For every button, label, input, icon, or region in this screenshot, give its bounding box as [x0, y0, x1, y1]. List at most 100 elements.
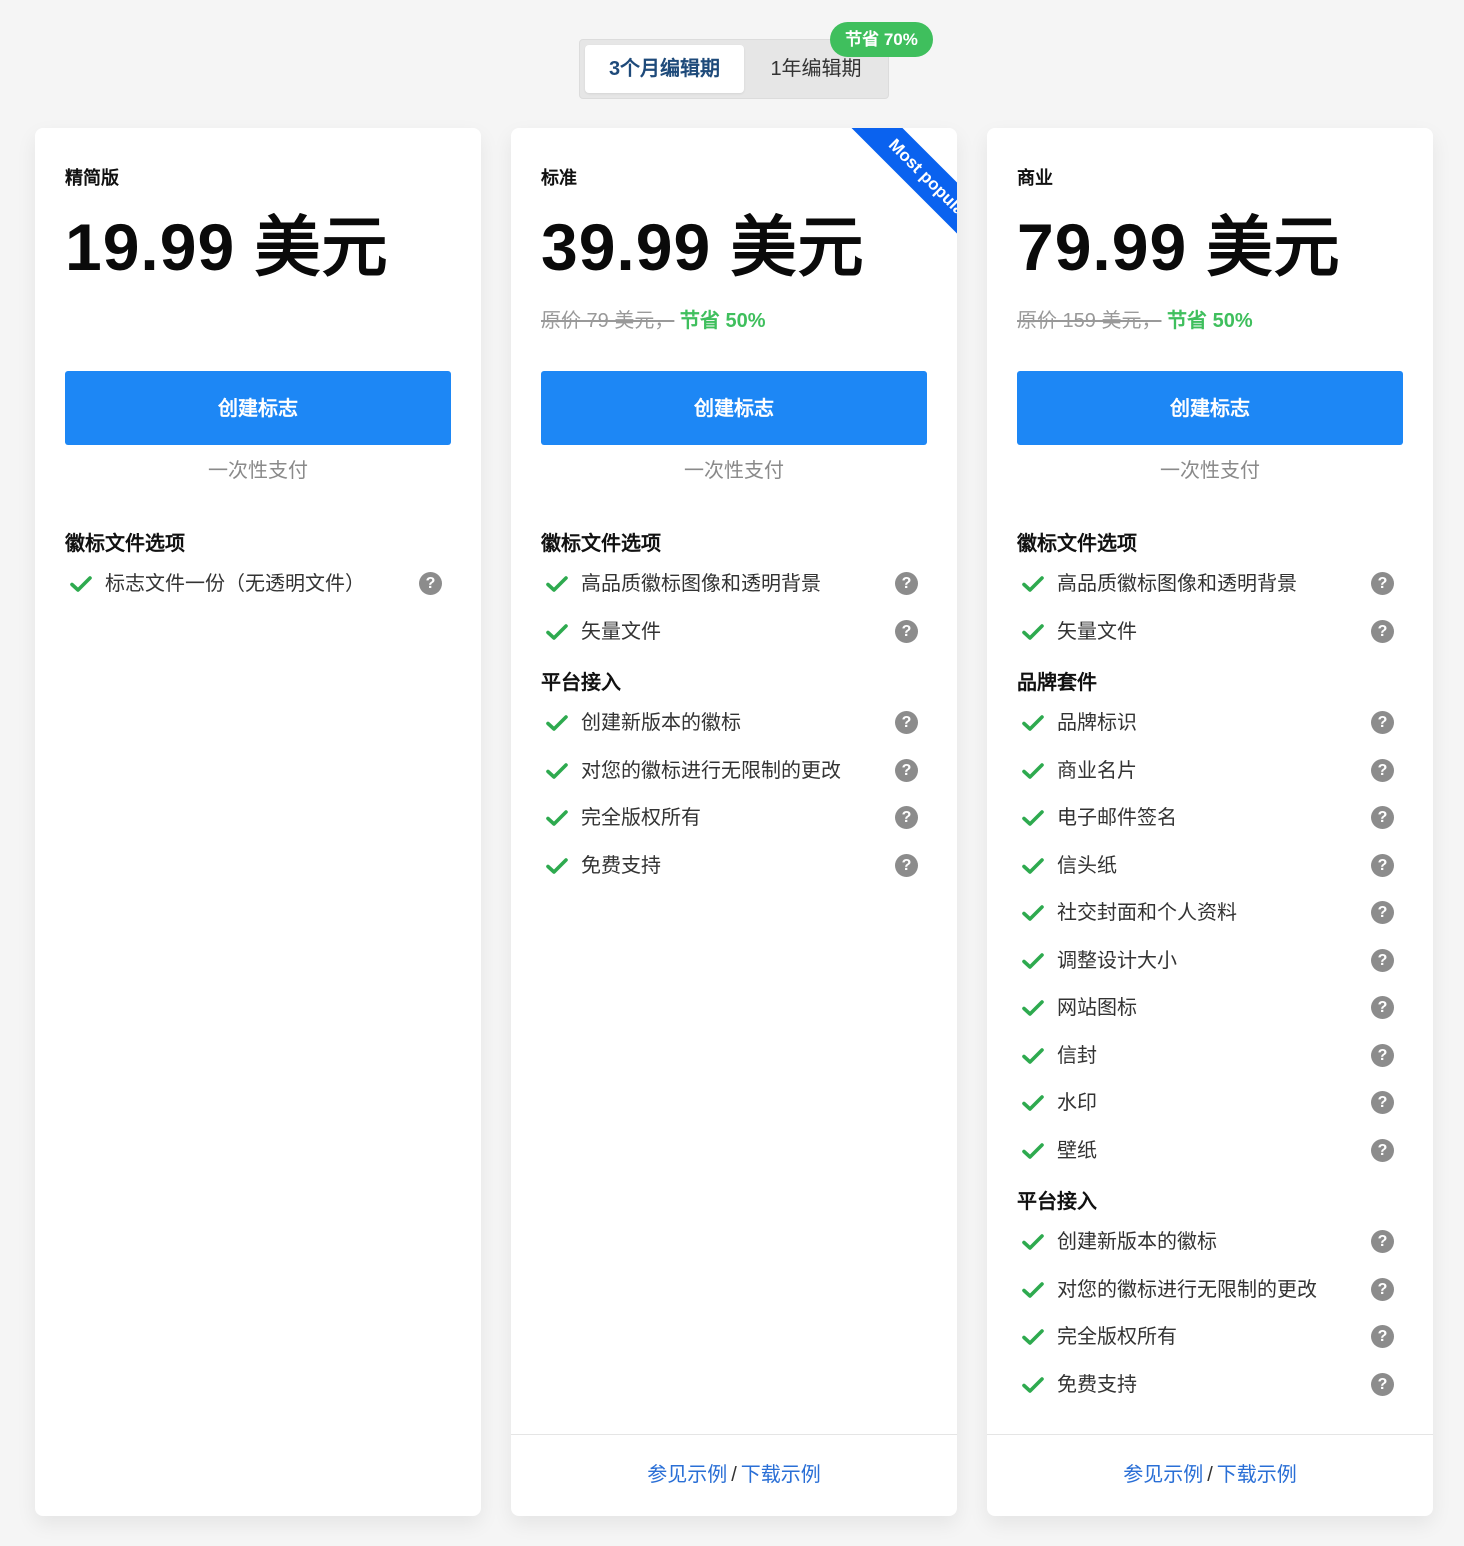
- original-price: 原价 159 美元，: [1017, 310, 1162, 332]
- plan-name: 商业: [1017, 168, 1053, 188]
- feature-label: 品牌标识: [1057, 712, 1137, 734]
- question-circle-icon[interactable]: ?: [1371, 1043, 1394, 1067]
- question-circle-icon[interactable]: ?: [1371, 1230, 1394, 1253]
- feature-item: 商业名片?: [1017, 753, 1403, 801]
- feature-item: 创建新版本的徽标?: [1017, 1224, 1403, 1272]
- question-circle-icon[interactable]: ?: [1371, 996, 1394, 1019]
- feature-section-title: 品牌套件: [1017, 672, 1097, 694]
- feature-label: 社交封面和个人资料: [1057, 902, 1237, 924]
- question-circle-icon[interactable]: ?: [1371, 1091, 1394, 1114]
- question-circle-icon[interactable]: ?: [1371, 572, 1394, 595]
- create-logo-button[interactable]: 创建标志: [541, 371, 927, 445]
- feature-label: 信头纸: [1057, 854, 1117, 877]
- price-discount-line: 原价 159 美元， 节省 50%: [1017, 304, 1253, 333]
- feature-item: 高品质徽标图像和透明背景?: [1017, 566, 1403, 614]
- plan-card-standard: Most popular 标准 39.99 美元 原价 79 美元， 节省 50…: [511, 128, 957, 1516]
- feature-list: 徽标文件选项 高品质徽标图像和透明背景? 矢量文件? 平台接入 创建新版本的徽标? 对您的…: [541, 522, 927, 895]
- check-icon: [1021, 1278, 1045, 1302]
- check-icon: [1021, 996, 1045, 1020]
- question-circle-icon[interactable]: ?: [1371, 619, 1394, 643]
- feature-section-title: 平台接入: [1017, 1191, 1097, 1213]
- card-footer: 参见示例 / 下载示例: [987, 1434, 1433, 1516]
- question-circle-icon[interactable]: ?: [895, 572, 918, 595]
- question-circle-icon[interactable]: ?: [1371, 853, 1394, 877]
- check-icon: [1021, 1230, 1045, 1254]
- check-icon: [1021, 949, 1045, 973]
- check-icon: [1021, 806, 1045, 830]
- check-icon: [1021, 854, 1045, 878]
- plan-price: 19.99 美元: [65, 210, 389, 284]
- question-circle-icon[interactable]: ?: [1371, 1325, 1394, 1348]
- feature-item: 免费支持?: [541, 848, 927, 896]
- payment-note: 一次性支付: [208, 460, 308, 482]
- feature-item: 高品质徽标图像和透明背景?: [541, 566, 927, 614]
- feature-item: 调整设计大小?: [1017, 943, 1403, 991]
- create-logo-button[interactable]: 创建标志: [1017, 371, 1403, 445]
- question-circle-icon[interactable]: ?: [1371, 948, 1394, 972]
- check-icon: [1021, 1044, 1045, 1068]
- check-icon: [1021, 620, 1045, 644]
- feature-label: 壁纸: [1057, 1139, 1097, 1162]
- question-circle-icon[interactable]: ?: [1371, 1277, 1394, 1301]
- download-example-link[interactable]: 下载示例: [1217, 1464, 1297, 1486]
- toggle-3-month[interactable]: 3个月编辑期: [585, 45, 744, 93]
- feature-item: 完全版权所有?: [1017, 1319, 1403, 1367]
- original-price: 原价 79 美元，: [541, 310, 675, 332]
- feature-label: 电子邮件签名: [1057, 807, 1177, 829]
- feature-label: 对您的徽标进行无限制的更改: [1057, 1278, 1317, 1301]
- feature-label: 矢量文件: [581, 620, 661, 643]
- feature-list: 徽标文件选项 标志文件一份（无透明文件）?: [65, 522, 451, 614]
- feature-item: 品牌标识?: [1017, 705, 1403, 753]
- question-circle-icon[interactable]: ?: [895, 806, 918, 829]
- feature-label: 高品质徽标图像和透明背景: [1057, 573, 1297, 595]
- feature-label: 水印: [1057, 1092, 1097, 1114]
- check-icon: [1021, 759, 1045, 783]
- question-circle-icon[interactable]: ?: [895, 853, 918, 877]
- feature-section-title: 徽标文件选项: [1017, 533, 1137, 555]
- feature-item: 信头纸?: [1017, 848, 1403, 896]
- plan-price: 79.99 美元: [1017, 210, 1341, 284]
- plan-card-lite: 精简版 19.99 美元 创建标志 一次性支付 徽标文件选项 标志文件一份（无透明…: [35, 128, 481, 1516]
- see-example-link[interactable]: 参见示例: [1123, 1464, 1203, 1486]
- save-70-badge: 节省 70%: [830, 22, 933, 57]
- feature-label: 标志文件一份（无透明文件）: [105, 573, 365, 595]
- question-circle-icon[interactable]: ?: [419, 572, 442, 595]
- feature-item: 矢量文件?: [541, 614, 927, 662]
- see-example-link[interactable]: 参见示例: [647, 1464, 727, 1486]
- question-circle-icon[interactable]: ?: [1371, 806, 1394, 829]
- feature-item: 矢量文件?: [1017, 614, 1403, 662]
- question-circle-icon[interactable]: ?: [895, 619, 918, 643]
- feature-section-title: 平台接入: [541, 672, 621, 694]
- question-circle-icon[interactable]: ?: [895, 711, 918, 734]
- question-circle-icon[interactable]: ?: [1371, 1138, 1394, 1162]
- question-circle-icon[interactable]: ?: [1371, 1372, 1394, 1396]
- question-circle-icon[interactable]: ?: [1371, 758, 1394, 782]
- feature-list: 徽标文件选项 高品质徽标图像和透明背景? 矢量文件? 品牌套件 品牌标识? 商业名片? 电子…: [1017, 522, 1403, 1414]
- feature-label: 对您的徽标进行无限制的更改: [581, 759, 841, 782]
- check-icon: [545, 620, 569, 644]
- feature-section-title: 徽标文件选项: [541, 533, 661, 555]
- download-example-link[interactable]: 下载示例: [741, 1464, 821, 1486]
- check-icon: [69, 572, 93, 596]
- feature-item: 对您的徽标进行无限制的更改?: [541, 753, 927, 801]
- check-icon: [1021, 1139, 1045, 1163]
- create-logo-button[interactable]: 创建标志: [65, 371, 451, 445]
- feature-label: 创建新版本的徽标: [581, 712, 741, 734]
- feature-label: 高品质徽标图像和透明背景: [581, 573, 821, 595]
- plan-name: 标准: [541, 168, 577, 188]
- question-circle-icon[interactable]: ?: [1371, 901, 1394, 924]
- check-icon: [1021, 1325, 1045, 1349]
- savings-text: 节省 50%: [1167, 310, 1253, 332]
- check-icon: [545, 572, 569, 596]
- feature-item: 电子邮件签名?: [1017, 800, 1403, 848]
- feature-label: 创建新版本的徽标: [1057, 1231, 1217, 1253]
- feature-label: 完全版权所有: [1057, 1326, 1177, 1348]
- feature-item: 网站图标?: [1017, 990, 1403, 1038]
- feature-label: 网站图标: [1057, 997, 1137, 1019]
- question-circle-icon[interactable]: ?: [1371, 711, 1394, 734]
- feature-item: 标志文件一份（无透明文件）?: [65, 566, 451, 614]
- plan-card-business: 商业 79.99 美元 原价 159 美元， 节省 50% 创建标志 一次性支付…: [987, 128, 1433, 1516]
- check-icon: [545, 854, 569, 878]
- question-circle-icon[interactable]: ?: [895, 758, 918, 782]
- feature-label: 信封: [1057, 1044, 1097, 1067]
